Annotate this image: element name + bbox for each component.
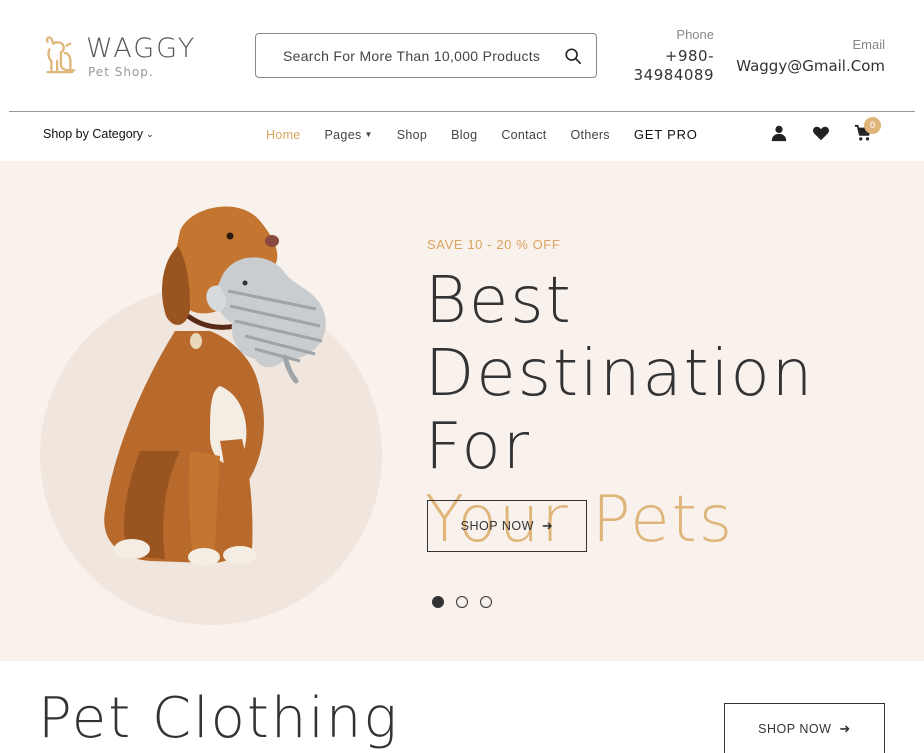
phone-value[interactable]: +980- 34984089 bbox=[628, 47, 714, 85]
dog-with-toy-image bbox=[104, 206, 326, 566]
arrow-right-icon: ➜ bbox=[839, 721, 851, 736]
dog-logo-icon bbox=[45, 36, 76, 74]
search-icon[interactable] bbox=[564, 47, 582, 65]
user-icon[interactable] bbox=[770, 124, 788, 142]
nav-menu: Home Pages ▼ Shop Blog Contact Others GET… bbox=[266, 127, 722, 142]
nav-item-pages[interactable]: Pages ▼ bbox=[325, 127, 373, 142]
category-label: Shop by Category bbox=[43, 127, 144, 141]
shop-now-label: SHOP NOW bbox=[758, 722, 832, 736]
nav-item-get-pro[interactable]: GET PRO bbox=[634, 127, 698, 142]
email-label: Email bbox=[852, 37, 885, 52]
carousel-dot-3[interactable] bbox=[480, 596, 492, 608]
promo-eyebrow: SAVE 10 - 20 % OFF bbox=[427, 237, 561, 252]
phone-contact: Phone +980- 34984089 bbox=[628, 27, 714, 85]
arrow-right-icon: ➜ bbox=[541, 518, 554, 533]
cart-count-badge: 0 bbox=[864, 117, 881, 134]
chevron-down-icon: ⌄ bbox=[146, 128, 154, 139]
main-nav: Shop by Category ⌄ Home Pages ▼ Shop Blog… bbox=[0, 112, 924, 160]
search-box[interactable] bbox=[255, 33, 597, 78]
carousel-dot-1[interactable] bbox=[432, 596, 444, 608]
phone-label: Phone bbox=[676, 27, 714, 42]
hero-shop-now-button[interactable]: SHOP NOW ➜ bbox=[427, 500, 587, 552]
section-title: Pet Clothing bbox=[38, 686, 400, 751]
heart-icon[interactable] bbox=[812, 124, 830, 142]
shop-now-label: SHOP NOW bbox=[460, 519, 534, 533]
email-contact: Email Waggy@Gmail.Com bbox=[735, 37, 885, 75]
brand-logo[interactable]: WAGGY Pet Shop. bbox=[40, 34, 210, 78]
shop-by-category-dropdown[interactable]: Shop by Category ⌄ bbox=[43, 127, 154, 141]
site-header: WAGGY Pet Shop. Phone +980- 34984089 Ema… bbox=[0, 0, 924, 112]
search-input[interactable] bbox=[283, 47, 564, 64]
brand-tagline: Pet Shop. bbox=[88, 64, 154, 79]
brand-name: WAGGY bbox=[86, 32, 197, 64]
nav-item-home[interactable]: Home bbox=[266, 127, 301, 142]
headline-line-2: Destination For bbox=[425, 337, 815, 484]
carousel-dots bbox=[432, 596, 492, 608]
caret-down-icon: ▼ bbox=[364, 130, 373, 139]
nav-item-contact[interactable]: Contact bbox=[501, 127, 546, 142]
email-value[interactable]: Waggy@Gmail.Com bbox=[735, 57, 885, 75]
carousel-dot-2[interactable] bbox=[456, 596, 468, 608]
section-shop-now-button[interactable]: SHOP NOW ➜ bbox=[724, 703, 885, 753]
nav-item-shop[interactable]: Shop bbox=[397, 127, 427, 142]
hero-banner: SAVE 10 - 20 % OFF Best Destination For … bbox=[0, 161, 924, 661]
nav-item-others[interactable]: Others bbox=[571, 127, 610, 142]
headline-line-1: Best bbox=[425, 264, 573, 338]
nav-item-blog[interactable]: Blog bbox=[451, 127, 477, 142]
